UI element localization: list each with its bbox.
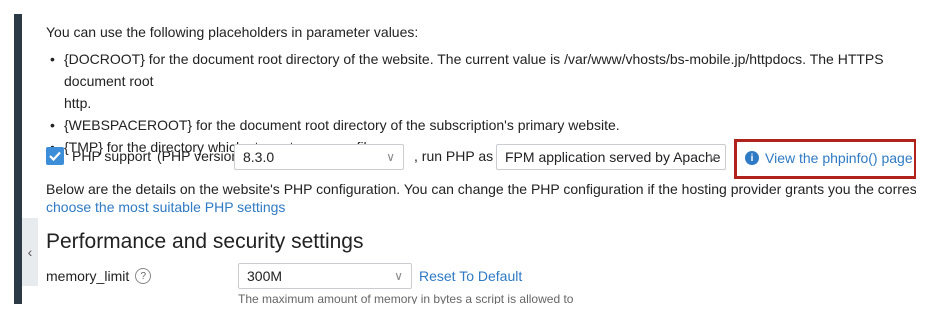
list-item: {DOCROOT} for the document root director… — [38, 48, 916, 114]
section-title: Performance and security settings — [46, 230, 364, 253]
reset-to-default-link[interactable]: Reset To Default — [419, 268, 522, 284]
chevron-down-icon: ∨ — [386, 150, 395, 164]
list-item-text: {DOCROOT} for the document root director… — [64, 51, 884, 89]
memory-limit-label: memory_limit ? — [46, 268, 152, 284]
chevron-down-icon: ∨ — [708, 150, 717, 164]
memory-limit-label-text: memory_limit — [46, 268, 130, 284]
chevron-left-icon: ‹ — [27, 244, 33, 260]
list-item-text: {WEBSPACEROOT} for the document root dir… — [64, 117, 620, 133]
checkmark-icon — [49, 151, 61, 162]
php-support-checkbox[interactable] — [46, 147, 64, 165]
php-config-details: Below are the details on the website's P… — [46, 181, 916, 197]
php-version-value: 8.3.0 — [243, 149, 275, 165]
php-version-select[interactable]: 8.3.0 ∨ — [234, 144, 404, 170]
phpinfo-link-text: View the phpinfo() page — [765, 150, 913, 166]
phpinfo-link[interactable]: i View the phpinfo() page — [745, 150, 913, 166]
php-handler-value: FPM application served by Apache — [505, 149, 721, 165]
sidebar-collapse-button[interactable]: ‹ — [22, 218, 38, 286]
main-content: You can use the following placeholders i… — [38, 14, 916, 304]
php-handler-select[interactable]: FPM application served by Apache ∨ — [496, 144, 726, 170]
list-item-text-continued: http. — [64, 95, 92, 111]
info-icon: i — [745, 151, 759, 165]
help-icon[interactable]: ? — [135, 268, 152, 284]
run-php-label: , run PHP as — [414, 148, 494, 164]
php-version-prefix: (PHP version — [157, 148, 240, 164]
placeholders-intro: You can use the following placeholders i… — [46, 24, 419, 40]
memory-limit-select[interactable]: 300M ∨ — [238, 263, 412, 289]
right-margin — [916, 0, 940, 326]
sidebar-edge — [14, 14, 22, 326]
left-rail — [0, 0, 14, 326]
phpinfo-highlight: i View the phpinfo() page — [734, 139, 916, 179]
php-support-row: PHP support (PHP version 8.3.0 ∨ , run P… — [46, 139, 916, 179]
php-support-label: PHP support — [72, 148, 152, 164]
choose-settings-link[interactable]: choose the most suitable PHP settings — [46, 199, 285, 215]
memory-limit-description: The maximum amount of memory in bytes a … — [238, 292, 574, 304]
chevron-down-icon: ∨ — [394, 269, 403, 283]
top-strip — [0, 0, 940, 14]
list-item: {WEBSPACEROOT} for the document root dir… — [38, 114, 916, 136]
bottom-margin — [0, 304, 940, 326]
memory-limit-value: 300M — [247, 268, 283, 284]
